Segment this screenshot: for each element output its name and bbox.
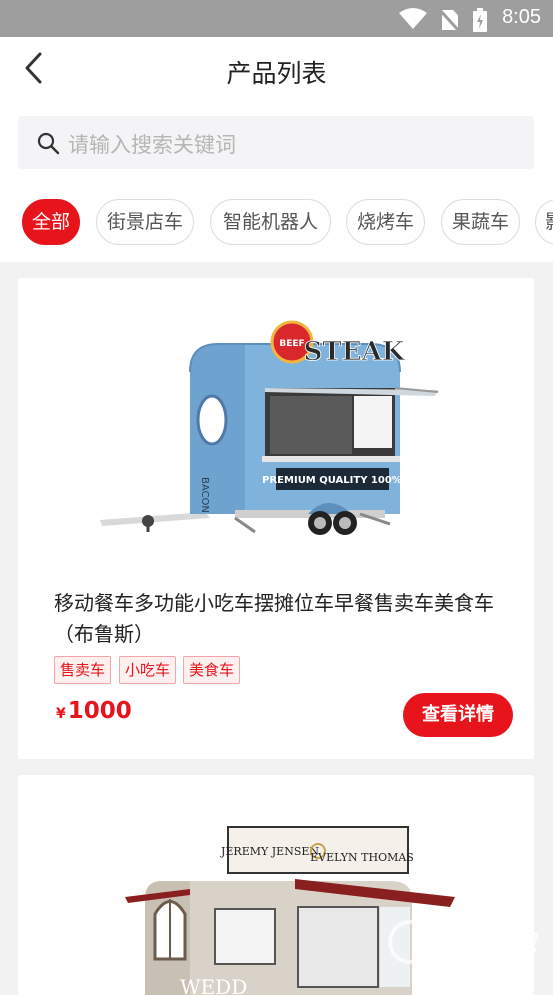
search-input[interactable]: 请输入搜索关键词 [18,116,534,169]
steak-sign-text: STEAK [304,337,406,367]
product-tag: 售卖车 [54,656,112,684]
app-header: 产品列表 [0,37,553,103]
beef-badge-text: BEEF [279,339,304,349]
food-truck-image: JEREMY JENSEN EVELYN THOMAS WEDD [40,789,512,995]
tab-partial[interactable]: 影 [535,199,553,245]
sign-left-text: JEREMY JENSEN [220,845,319,858]
truck-banner-text: PREMIUM QUALITY 100% [262,475,402,486]
battery-icon [473,8,487,32]
product-price: ¥1000 [56,698,132,724]
watermark-text: 精品下载 [440,930,536,958]
tab-bbq-car[interactable]: 烧烤车 [346,199,425,245]
status-time: 8:05 [502,6,541,28]
tab-street-shop-car[interactable]: 街景店车 [96,199,194,245]
wifi-icon [399,8,427,29]
category-tabs: 全部 街景店车 智能机器人 烧烤车 果蔬车 影 [0,183,553,262]
svg-text:BACON: BACON [199,477,210,513]
product-card[interactable]: JEREMY JENSEN EVELYN THOMAS WEDD [18,775,534,995]
search-section: 请输入搜索关键词 [0,103,553,183]
search-icon [37,132,60,155]
product-tag: 美食车 [183,656,241,684]
watermark-logo-icon [388,920,432,964]
search-placeholder: 请输入搜索关键词 [68,133,236,157]
tab-fruit-car[interactable]: 果蔬车 [441,199,520,245]
price-value: 1000 [67,698,132,724]
product-tag: 小吃车 [119,656,177,684]
sign-right-text: EVELYN THOMAS [310,851,414,864]
product-name: 移动餐车多功能小吃车摆摊位车早餐售卖车美食车（布鲁斯） [54,591,494,646]
food-truck-image: PREMIUM QUALITY 100% BEEF STEAK BACON [40,292,512,562]
view-details-button[interactable]: 查看详情 [403,693,513,737]
no-sim-icon [438,8,460,32]
status-bar: 8:05 [0,0,553,37]
tab-all[interactable]: 全部 [22,199,80,245]
tab-smart-robot[interactable]: 智能机器人 [210,199,331,245]
currency-symbol: ¥ [56,706,66,722]
product-card[interactable]: PREMIUM QUALITY 100% BEEF STEAK BACON 移动… [18,278,534,759]
page-title: 产品列表 [226,59,327,88]
svg-text:WEDD: WEDD [180,975,247,995]
